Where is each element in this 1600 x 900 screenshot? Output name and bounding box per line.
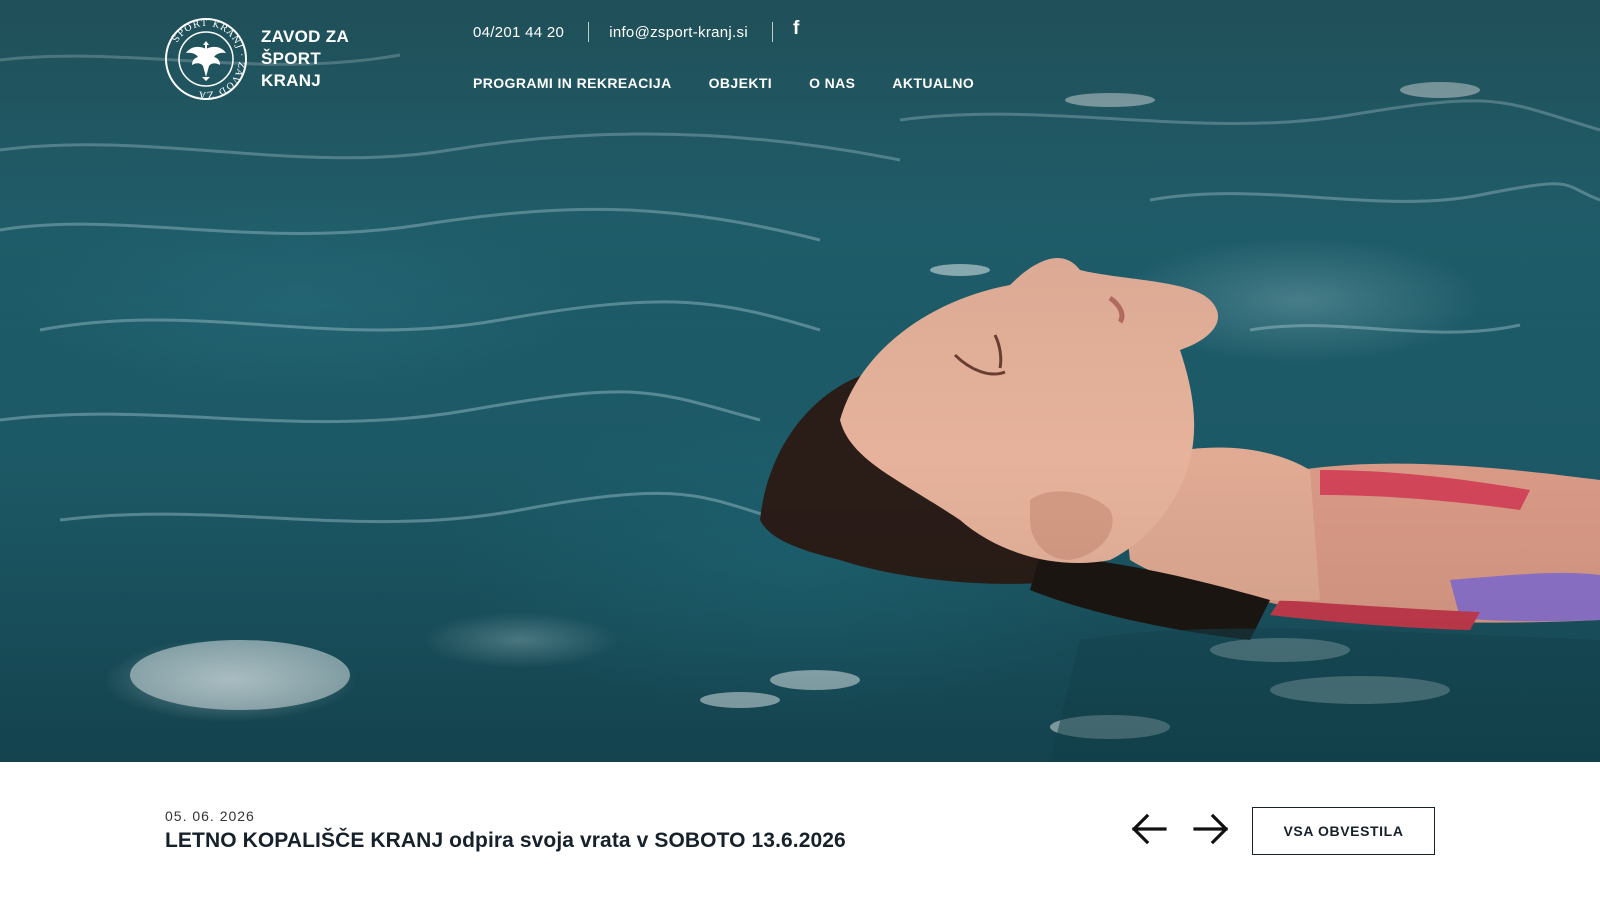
contact-bar: 04/201 44 20 info@zsport-kranj.si f [473,19,800,44]
brand-name[interactable]: ZAVOD ZA ŠPORT KRANJ [261,26,401,92]
hero-overlay [0,0,1600,762]
facebook-icon[interactable]: f [793,19,800,39]
hero-banner: ŠPORT KRANJ · ZAVOD ZA ZAVOD ZA ŠPORT KR… [0,0,1600,762]
news-date: 05. 06. 2026 [165,808,255,824]
nav-item-objekti[interactable]: OBJEKTI [709,75,772,91]
news-title-link[interactable]: LETNO KOPALIŠČE KRANJ odpira svoja vrata… [165,829,846,853]
brand-line-2: ŠPORT [261,49,322,68]
arrow-left-icon[interactable] [1129,812,1169,846]
divider [771,22,773,42]
brand-line-1: ZAVOD ZA [261,27,350,46]
brand-line-3: KRANJ [261,71,322,90]
logo-emblem[interactable]: ŠPORT KRANJ · ZAVOD ZA [164,17,248,101]
phone-link[interactable]: 04/201 44 20 [473,24,564,41]
email-link[interactable]: info@zsport-kranj.si [609,24,748,41]
main-navigation: PROGRAMI IN REKREACIJA OBJEKTI O NAS AKT… [473,75,974,91]
all-announcements-button[interactable]: VSA OBVESTILA [1252,807,1435,855]
arrow-right-icon[interactable] [1191,812,1231,846]
nav-item-o-nas[interactable]: O NAS [809,75,855,91]
nav-item-aktualno[interactable]: AKTUALNO [892,75,974,91]
nav-item-programi[interactable]: PROGRAMI IN REKREACIJA [473,75,672,91]
divider [588,22,590,42]
